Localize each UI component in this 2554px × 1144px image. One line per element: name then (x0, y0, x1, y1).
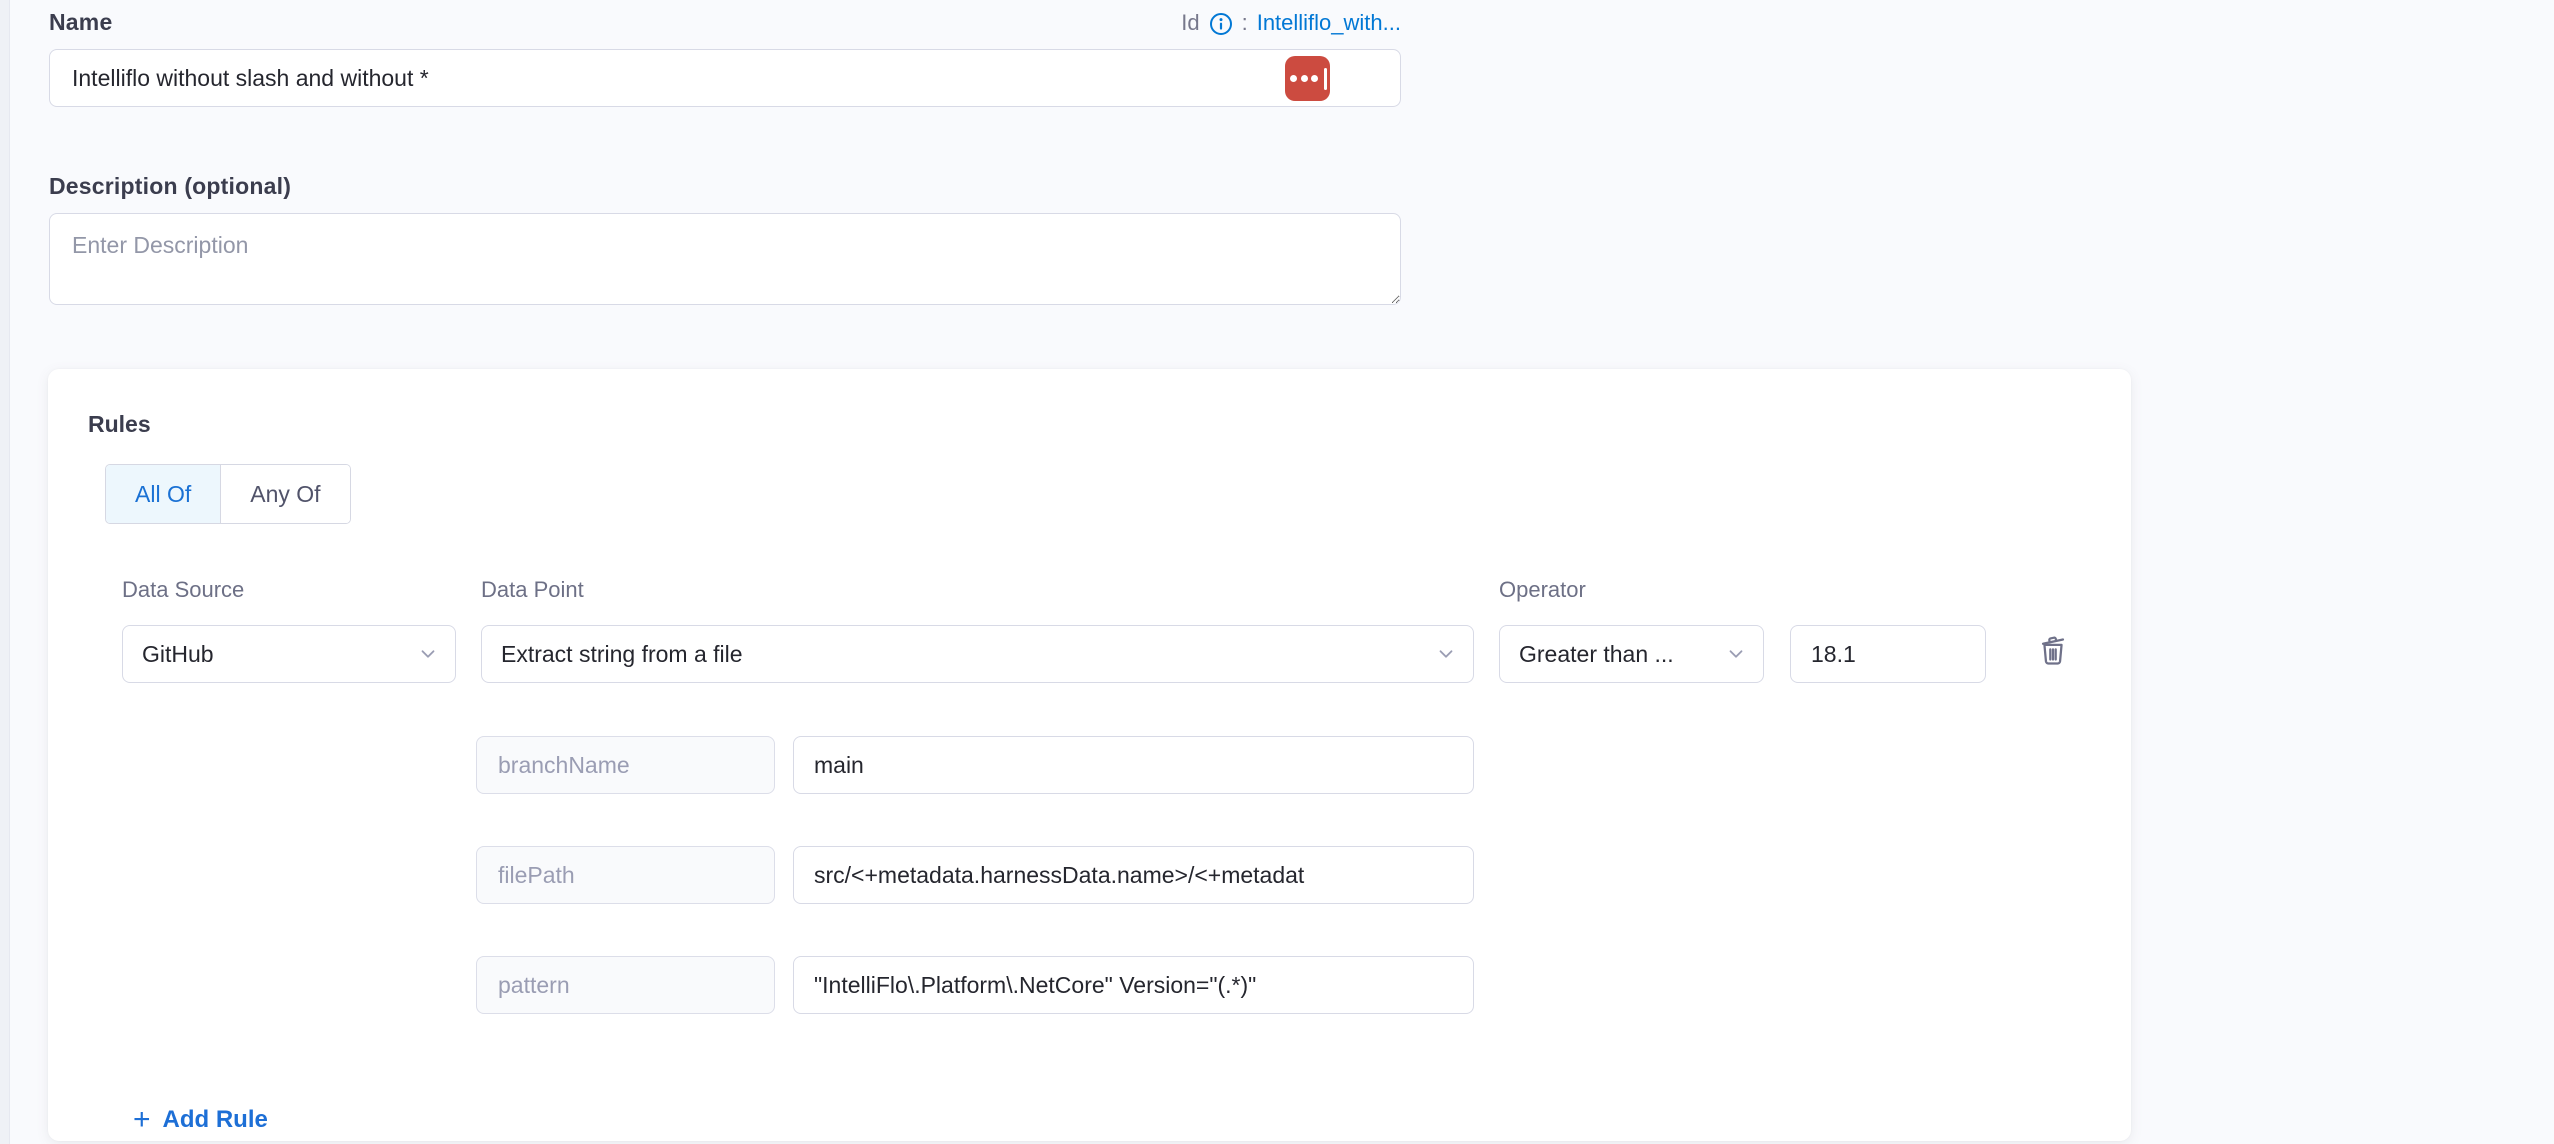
rule-row-container: Data Source GitHub Data Point Extract st… (122, 577, 2131, 1014)
data-source-label: Data Source (122, 577, 456, 603)
operator-label: Operator (1499, 577, 1764, 603)
top-form: Name Id : Intelliflo_with... (49, 4, 1401, 305)
subfield-key: branchName (476, 736, 775, 794)
id-separator: : (1242, 10, 1248, 36)
chevron-down-icon (1725, 643, 1747, 665)
subfield-row-pattern: pattern (476, 956, 2131, 1014)
chevron-down-icon (417, 643, 439, 665)
drawer-edge (0, 0, 10, 1144)
pm-caret (1324, 68, 1327, 90)
subfield-row-filepath: filePath (476, 846, 2131, 904)
data-point-column: Data Point Extract string from a file (481, 577, 1474, 683)
operator-select[interactable]: Greater than ... (1499, 625, 1764, 683)
data-source-value: GitHub (142, 641, 214, 668)
operator-threshold-input[interactable] (1790, 625, 1986, 683)
operator-value: Greater than ... (1519, 641, 1674, 668)
id-value-link[interactable]: Intelliflo_with... (1257, 10, 1401, 36)
rules-match-any-button[interactable]: Any Of (220, 465, 349, 523)
name-header-row: Name Id : Intelliflo_with... (49, 4, 1401, 36)
name-input[interactable] (49, 49, 1401, 107)
password-manager-icon[interactable] (1285, 56, 1330, 101)
rules-match-toggle: All Of Any Of (105, 464, 351, 524)
filepath-input[interactable] (793, 846, 1474, 904)
data-point-select[interactable]: Extract string from a file (481, 625, 1474, 683)
entity-id: Id : Intelliflo_with... (1181, 10, 1401, 36)
trash-icon (2035, 632, 2071, 671)
rules-heading: Rules (88, 411, 2131, 438)
threshold-column (1790, 625, 1986, 683)
info-icon[interactable] (1209, 12, 1233, 36)
pm-dot (1290, 75, 1297, 82)
data-point-subfields: branchName filePath pattern (476, 736, 2131, 1014)
rules-card: Rules All Of Any Of Data Source GitHub D (48, 369, 2131, 1141)
subfield-key: filePath (476, 846, 775, 904)
name-label: Name (49, 9, 112, 36)
add-rule-button[interactable]: + Add Rule (133, 1106, 268, 1134)
data-source-select[interactable]: GitHub (122, 625, 456, 683)
pm-dot (1301, 75, 1308, 82)
rules-match-all-button[interactable]: All Of (106, 465, 220, 523)
description-textarea[interactable] (49, 213, 1401, 305)
data-point-label: Data Point (481, 577, 1474, 603)
plus-icon: + (133, 1108, 151, 1132)
name-field-wrap (49, 49, 1401, 107)
operator-column: Operator Greater than ... (1499, 577, 1764, 683)
rule-row: Data Source GitHub Data Point Extract st… (122, 577, 2131, 683)
id-label: Id (1181, 10, 1199, 36)
data-source-column: Data Source GitHub (122, 577, 456, 683)
subfield-key: pattern (476, 956, 775, 1014)
description-label: Description (optional) (49, 173, 1401, 200)
pattern-input[interactable] (793, 956, 1474, 1014)
subfield-row-branchname: branchName (476, 736, 2131, 794)
pm-dot (1311, 75, 1318, 82)
delete-rule-button[interactable] (2031, 628, 2075, 675)
chevron-down-icon (1435, 643, 1457, 665)
data-point-value: Extract string from a file (501, 641, 743, 668)
add-rule-label: Add Rule (163, 1106, 268, 1134)
branchname-input[interactable] (793, 736, 1474, 794)
rule-editor-page: Name Id : Intelliflo_with... (0, 0, 2554, 1144)
